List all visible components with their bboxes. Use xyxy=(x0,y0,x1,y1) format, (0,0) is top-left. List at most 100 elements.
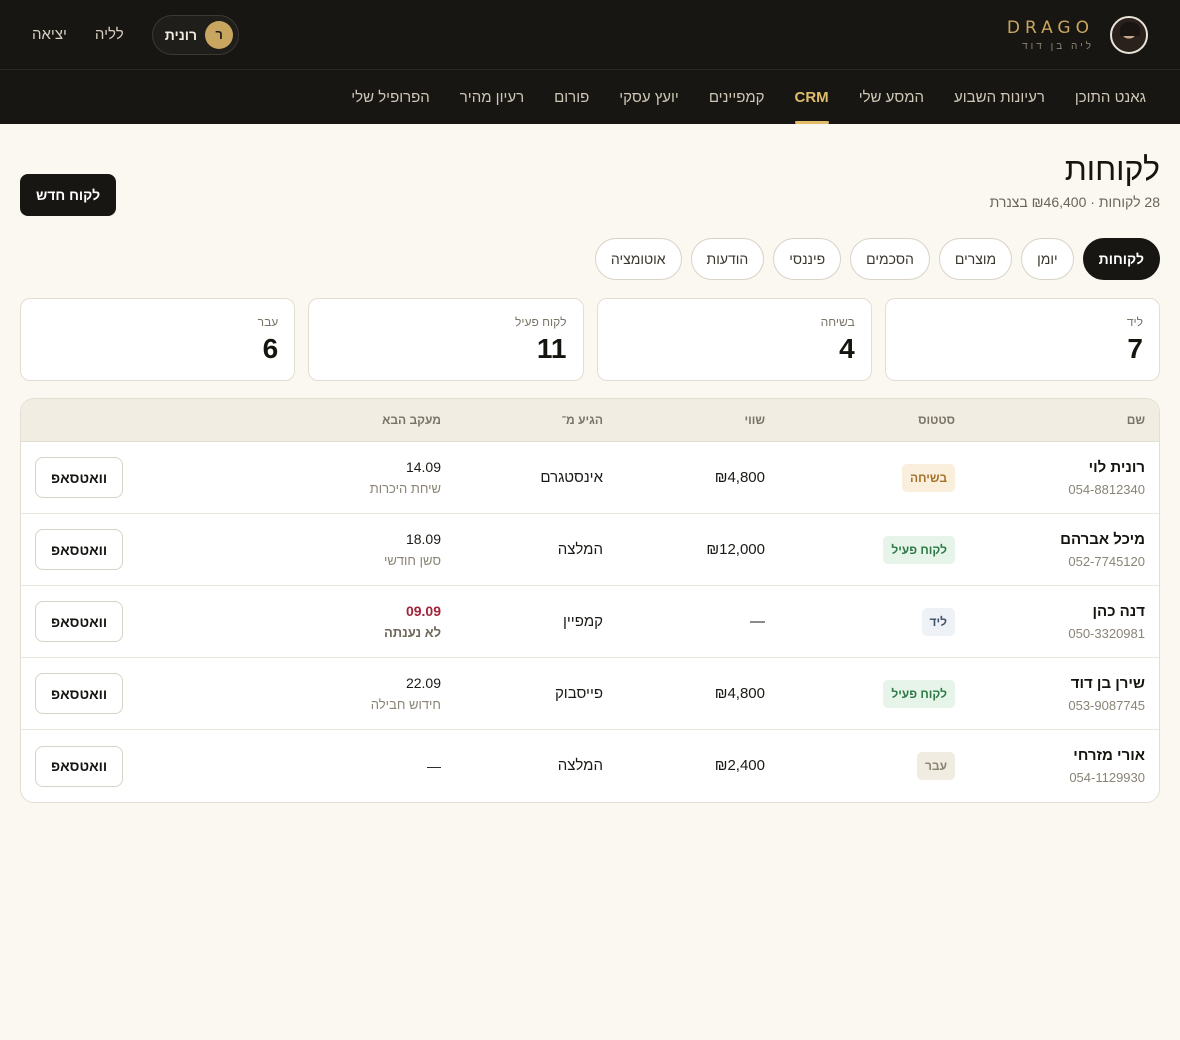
client-value: — xyxy=(750,612,765,630)
main-content: לקוחות 28 לקוחות · ₪46,400 בצנרת לקוח חד… xyxy=(0,124,1180,803)
source-cell: המלצה xyxy=(441,541,603,559)
tab[interactable]: יומן xyxy=(1021,238,1074,280)
status-cell: עבר xyxy=(765,752,955,780)
brand[interactable]: DRAGO ליה בן דוד xyxy=(1006,15,1148,54)
table-row[interactable]: שירן בן דוד 053-9087745 לקוח פעיל ₪4,800 פיי… xyxy=(21,658,1159,730)
next-followup-date: 18.09 xyxy=(405,531,441,547)
crm-tabs: לקוחות יומן מוצרים הסכמים פיננסי הודעות אוטומצ… xyxy=(20,238,1160,280)
next-followup-cell: 22.09 חידוש חבילה xyxy=(271,675,441,712)
name-cell: מיכל אברהם 052-7745120 xyxy=(955,531,1159,569)
status-cell: לקוח פעיל xyxy=(765,535,955,564)
header-value[interactable]: שווי xyxy=(603,413,765,427)
user-area: רונית ר לליה יציאה xyxy=(32,14,240,55)
tab[interactable]: הודעות xyxy=(690,238,765,280)
nav-item[interactable]: גאנט התוכן xyxy=(1075,70,1146,124)
table-body: רונית לוי 054-8812340 בשיחה ₪4,800 אינסטגרם 1… xyxy=(21,442,1159,802)
whatsapp-button[interactable]: וואטסאפ xyxy=(35,673,124,714)
client-name[interactable]: שירן בן דוד xyxy=(955,675,1145,692)
actions-cell: וואטסאפ xyxy=(21,745,271,787)
whatsapp-button[interactable]: וואטסאפ xyxy=(35,601,124,642)
status-cell: לקוח פעיל xyxy=(765,679,955,708)
name-cell: דנה כהן 050-3320981 xyxy=(955,603,1159,641)
nav-item[interactable]: יועץ עסקי xyxy=(619,70,679,124)
clients-table: שם סטטוס שווי הגיע מ־ מעקב הבא רונית לוי… xyxy=(20,398,1160,803)
user-menu-button[interactable]: רונית ר xyxy=(151,14,240,55)
next-followup-cell: 09.09 לא נענתה xyxy=(271,603,441,640)
stat-card: עבר 6 xyxy=(20,298,296,381)
client-name[interactable]: רונית לוי xyxy=(955,459,1145,476)
client-phone: 054-8812340 xyxy=(1068,481,1145,497)
top-bar: DRAGO ליה בן דוד רונית ר לליה יציאה xyxy=(0,0,1180,70)
status-badge: לקוח פעיל xyxy=(883,679,955,708)
client-value: ₪4,800 xyxy=(714,468,765,486)
brand-name: DRAGO xyxy=(1006,17,1094,38)
tab[interactable]: הסכמים xyxy=(850,238,930,280)
stat-value: 6 xyxy=(262,333,279,364)
nav-item[interactable]: קמפיינים xyxy=(709,70,765,124)
value-cell: ₪4,800 xyxy=(603,469,765,487)
table-row[interactable]: אורי מזרחי 054-1129930 עבר ₪2,400 המלצה — וואט… xyxy=(21,730,1159,802)
status-badge: לקוח פעיל xyxy=(883,535,955,564)
new-client-button[interactable]: לקוח חדש xyxy=(20,174,117,216)
user-initial-avatar: ר xyxy=(205,20,234,49)
table-row[interactable]: מיכל אברהם 052-7745120 לקוח פעיל ₪12,000 המל… xyxy=(21,514,1159,586)
client-name[interactable]: מיכל אברהם xyxy=(955,531,1145,548)
actions-cell: וואטסאפ xyxy=(21,457,271,498)
tab[interactable]: לקוחות xyxy=(1082,238,1160,280)
tab[interactable]: מוצרים xyxy=(938,238,1013,280)
tab[interactable]: אוטומציה xyxy=(594,238,682,280)
nav-item[interactable]: המסע שלי xyxy=(859,70,924,124)
night-mode-link[interactable]: לליה xyxy=(95,26,124,43)
next-followup-date: 22.09 xyxy=(405,675,441,691)
actions-cell: וואטסאפ xyxy=(21,673,271,714)
client-value: ₪2,400 xyxy=(714,757,765,774)
brand-subtitle: ליה בן דוד xyxy=(1022,40,1094,52)
header-status[interactable]: סטטוס xyxy=(765,413,955,427)
page-heading: לקוחות 28 לקוחות · ₪46,400 בצנרת xyxy=(990,150,1160,210)
source-cell: פייסבוק xyxy=(441,685,603,703)
nav-item[interactable]: הפרופיל שלי xyxy=(351,70,430,124)
tab[interactable]: פיננסי xyxy=(773,238,842,280)
nav-item[interactable]: רעיונות השבוע xyxy=(954,70,1045,124)
whatsapp-button[interactable]: וואטסאפ xyxy=(35,457,124,498)
client-source: אינסטגרם xyxy=(540,468,603,486)
stat-value: 4 xyxy=(839,333,855,364)
table-header: שם סטטוס שווי הגיע מ־ מעקב הבא xyxy=(21,399,1159,442)
stat-card: לקוח פעיל 11 xyxy=(308,298,584,381)
name-cell: רונית לוי 054-8812340 xyxy=(955,459,1159,497)
value-cell: ₪2,400 xyxy=(603,757,765,775)
client-name[interactable]: דנה כהן xyxy=(955,603,1145,620)
nav-item[interactable]: פורום xyxy=(554,70,589,124)
stat-label: עבר xyxy=(257,315,279,329)
brand-avatar xyxy=(1110,15,1148,54)
header-next-followup[interactable]: מעקב הבא xyxy=(271,413,441,427)
client-value: ₪4,800 xyxy=(714,684,765,702)
whatsapp-button[interactable]: וואטסאפ xyxy=(35,745,124,787)
next-followup-note: חידוש חבילה xyxy=(370,697,441,712)
stat-label: לקוח פעיל xyxy=(515,315,567,329)
stat-value: 7 xyxy=(1127,333,1143,364)
source-cell: קמפיין xyxy=(441,613,603,631)
whatsapp-button[interactable]: וואטסאפ xyxy=(35,529,124,570)
table-row[interactable]: רונית לוי 054-8812340 בשיחה ₪4,800 אינסטגרם 1… xyxy=(21,442,1159,514)
value-cell: ₪4,800 xyxy=(603,685,765,703)
client-phone: 054-1129930 xyxy=(1069,770,1145,785)
name-cell: שירן בן דוד 053-9087745 xyxy=(955,675,1159,713)
client-source: המלצה xyxy=(557,757,603,774)
value-cell: — xyxy=(603,613,765,631)
header-name[interactable]: שם xyxy=(955,413,1159,427)
header-source[interactable]: הגיע מ־ xyxy=(441,413,603,427)
client-source: פייסבוק xyxy=(554,684,603,702)
actions-cell: וואטסאפ xyxy=(21,529,271,570)
table-row[interactable]: דנה כהן 050-3320981 ליד — קמפיין 09.09 לא נענת… xyxy=(21,586,1159,658)
main-nav: גאנט התוכן רעיונות השבוע המסע שלי CRM קמפיינ… xyxy=(0,70,1180,124)
nav-item[interactable]: רעיון מהיר xyxy=(460,70,524,124)
next-followup-cell: — xyxy=(271,758,441,774)
logout-link[interactable]: יציאה xyxy=(32,26,67,43)
value-cell: ₪12,000 xyxy=(603,541,765,559)
nav-item[interactable]: CRM xyxy=(794,70,829,124)
page-title: לקוחות xyxy=(1064,151,1160,187)
stats-row: ליד 7 בשיחה 4 לקוח פעיל 11 עבר 6 xyxy=(20,298,1160,381)
client-name[interactable]: אורי מזרחי xyxy=(955,747,1145,764)
user-name: רונית xyxy=(164,26,198,43)
